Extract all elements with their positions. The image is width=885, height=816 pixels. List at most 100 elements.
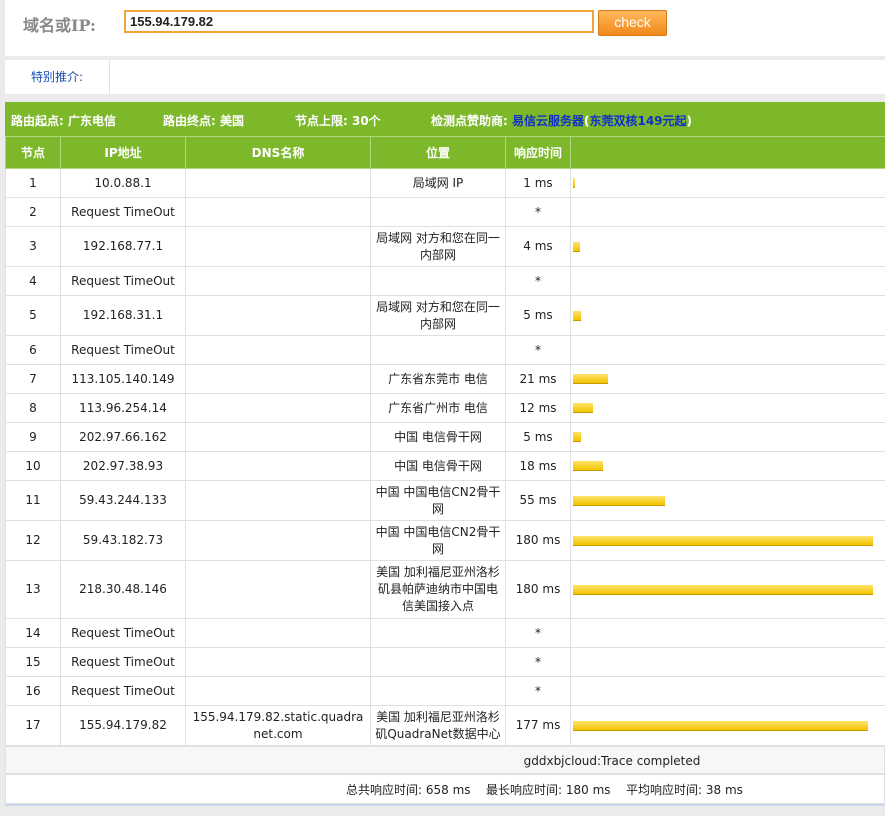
route-info-bar: 路由起点: 广东电信 路由终点: 美国 节点上限: 30个 检测点赞助商: 易信… <box>5 102 885 136</box>
ip-cell: 202.97.38.93 <box>60 451 186 481</box>
hop-cell: 8 <box>5 393 61 423</box>
table-row: 6 Request TimeOut * <box>5 335 885 365</box>
hop-cell: 5 <box>5 295 61 336</box>
ip-cell: 113.105.140.149 <box>60 364 186 394</box>
latency-bar-cell <box>570 618 885 648</box>
table-row: 3 192.168.77.1 局域网 对方和您在同一内部网 4 ms <box>5 226 885 267</box>
table-row: 1 10.0.88.1 局域网 IP 1 ms <box>5 168 885 198</box>
sponsor-prefix: 检测点赞助商: <box>431 114 512 128</box>
trace-table: 节点 IP地址 DNS名称 位置 响应时间 1 10.0.88.1 局域网 IP 1 … <box>5 136 885 746</box>
latency-bar <box>573 178 575 188</box>
dns-cell <box>185 422 371 452</box>
summary-max: 最长响应时间: 180 ms <box>486 783 611 797</box>
hop-cell: 2 <box>5 197 61 227</box>
latency-bar <box>573 310 581 321</box>
hop-cell: 13 <box>5 560 61 619</box>
dns-cell <box>185 451 371 481</box>
latency-bar-cell <box>570 705 885 746</box>
hop-cell: 17 <box>5 705 61 746</box>
location-cell <box>370 618 506 648</box>
domain-label: 域名或IP: <box>23 16 96 35</box>
ip-cell: 10.0.88.1 <box>60 168 186 198</box>
location-cell: 中国 电信骨干网 <box>370 451 506 481</box>
time-cell: 18 ms <box>505 451 571 481</box>
latency-bar-cell <box>570 560 885 619</box>
time-cell: 1 ms <box>505 168 571 198</box>
location-cell <box>370 266 506 296</box>
time-cell: * <box>505 266 571 296</box>
ip-cell: 218.30.48.146 <box>60 560 186 619</box>
hop-cell: 14 <box>5 618 61 648</box>
check-button[interactable]: check <box>598 10 667 36</box>
location-cell: 中国 中国电信CN2骨干网 <box>370 480 506 521</box>
time-cell: * <box>505 197 571 227</box>
table-row: 16 Request TimeOut * <box>5 676 885 706</box>
bottom-divider <box>5 804 885 806</box>
trace-header-row: 节点 IP地址 DNS名称 位置 响应时间 <box>5 136 885 169</box>
time-cell: * <box>505 335 571 365</box>
table-row: 13 218.30.48.146 美国 加利福尼亚州洛杉矶县帕萨迪纳市中国电信美国接… <box>5 560 885 619</box>
hop-cell: 11 <box>5 480 61 521</box>
location-cell: 广东省广州市 电信 <box>370 393 506 423</box>
ip-cell: Request TimeOut <box>60 335 186 365</box>
promo-label: 特别推介: <box>5 60 110 94</box>
latency-bar <box>573 720 868 731</box>
hop-cell: 4 <box>5 266 61 296</box>
summary-avg: 平均响应时间: 38 ms <box>626 783 743 797</box>
latency-bar <box>573 432 581 442</box>
time-cell: 177 ms <box>505 705 571 746</box>
table-row: 4 Request TimeOut * <box>5 266 885 296</box>
dns-cell <box>185 295 371 336</box>
time-cell: 180 ms <box>505 560 571 619</box>
location-cell <box>370 335 506 365</box>
latency-bar-cell <box>570 451 885 481</box>
hop-cell: 6 <box>5 335 61 365</box>
sponsor-link[interactable]: 易信云服务器 <box>512 114 584 128</box>
ip-cell: 192.168.31.1 <box>60 295 186 336</box>
header-dns: DNS名称 <box>185 136 371 169</box>
latency-bar-cell <box>570 480 885 521</box>
latency-bar-cell <box>570 295 885 336</box>
sponsor-info: 检测点赞助商: 易信云服务器(东莞双核149元起) <box>431 112 692 129</box>
ip-cell: Request TimeOut <box>60 676 186 706</box>
hop-cell: 1 <box>5 168 61 198</box>
dns-cell <box>185 226 371 267</box>
ip-cell: 155.94.179.82 <box>60 705 186 746</box>
time-cell: 5 ms <box>505 295 571 336</box>
route-start: 路由起点: 广东电信 <box>11 114 116 128</box>
dns-cell <box>185 520 371 561</box>
location-cell: 局域网 对方和您在同一内部网 <box>370 226 506 267</box>
ip-cell: Request TimeOut <box>60 647 186 677</box>
dns-cell <box>185 676 371 706</box>
time-cell: * <box>505 647 571 677</box>
latency-bar-cell <box>570 335 885 365</box>
time-cell: 180 ms <box>505 520 571 561</box>
time-cell: 4 ms <box>505 226 571 267</box>
ip-cell: 59.43.182.73 <box>60 520 186 561</box>
time-cell: * <box>505 676 571 706</box>
domain-input[interactable] <box>124 10 594 33</box>
dns-cell <box>185 618 371 648</box>
dns-cell <box>185 266 371 296</box>
ip-cell: 192.168.77.1 <box>60 226 186 267</box>
query-panel: 域名或IP: check <box>5 0 885 56</box>
hop-cell: 9 <box>5 422 61 452</box>
header-ip: IP地址 <box>60 136 186 169</box>
ip-cell: 113.96.254.14 <box>60 393 186 423</box>
latency-bar <box>573 495 665 506</box>
dns-cell <box>185 335 371 365</box>
table-row: 2 Request TimeOut * <box>5 197 885 227</box>
hop-cell: 3 <box>5 226 61 267</box>
ip-cell: Request TimeOut <box>60 618 186 648</box>
location-cell <box>370 647 506 677</box>
ip-cell: 59.43.244.133 <box>60 480 186 521</box>
table-row: 7 113.105.140.149 广东省东莞市 电信 21 ms <box>5 364 885 394</box>
summary-bar: 总共响应时间: 658 ms 最长响应时间: 180 ms 平均响应时间: 38… <box>5 774 885 804</box>
latency-bar-cell <box>570 647 885 677</box>
table-row: 8 113.96.254.14 广东省广州市 电信 12 ms <box>5 393 885 423</box>
sponsor-offer-link[interactable]: 东莞双核149元起 <box>589 114 686 128</box>
latency-bar <box>573 584 873 595</box>
node-limit: 节点上限: 30个 <box>295 114 381 128</box>
hop-cell: 7 <box>5 364 61 394</box>
dns-cell <box>185 480 371 521</box>
